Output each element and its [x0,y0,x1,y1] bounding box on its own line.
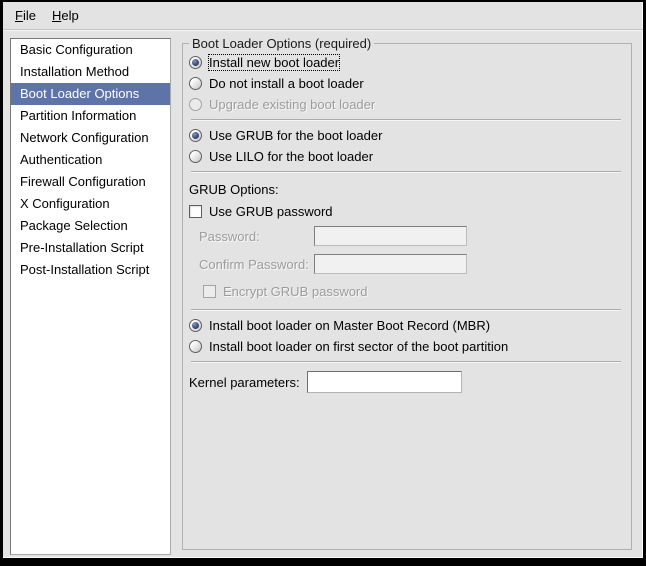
checkbox-encrypt-grub-password [203,285,216,298]
kernel-parameters-row: Kernel parameters: [189,367,623,397]
grub-options-label: GRUB Options: [189,177,623,201]
menu-help[interactable]: Help [44,2,87,29]
app-window: { "menubar": { "items": [ { "label": "Fi… [0,0,646,566]
separator [191,309,621,311]
sidebar-item-pre-installation-script[interactable]: Pre-Installation Script [11,237,170,259]
menu-bar: File Help [3,2,643,30]
confirm-password-row: Confirm Password: [199,250,623,278]
sidebar-item-partition-information[interactable]: Partition Information [11,105,170,127]
radio-label: Install boot loader on Master Boot Recor… [209,318,490,333]
section-list: Basic Configuration Installation Method … [10,38,171,555]
sidebar-item-network-configuration[interactable]: Network Configuration [11,127,170,149]
radio-install-mbr[interactable] [189,319,202,332]
group-title: Boot Loader Options (required) [189,36,374,51]
radio-label: Install new boot loader [209,55,339,70]
radio-label: Use LILO for the boot loader [209,149,373,164]
radio-install-first-sector[interactable] [189,340,202,353]
checkbox-row-encrypt-grub-password: Encrypt GRUB password [203,281,623,302]
application-frame: File Help Basic Configuration Installati… [3,2,643,558]
radio-use-grub[interactable] [189,129,202,142]
radio-install-new-boot-loader[interactable] [189,56,202,69]
radio-label: Install boot loader on first sector of t… [209,339,508,354]
password-label: Password: [199,229,314,244]
password-row: Password: [199,222,623,250]
sidebar-item-basic-configuration[interactable]: Basic Configuration [11,39,170,61]
sidebar-item-boot-loader-options[interactable]: Boot Loader Options [11,83,170,105]
menu-file[interactable]: File [7,2,44,29]
password-field[interactable] [314,226,467,246]
radio-row-install-first-sector[interactable]: Install boot loader on first sector of t… [189,336,623,357]
separator [191,171,621,173]
sidebar-item-firewall-configuration[interactable]: Firewall Configuration [11,171,170,193]
radio-label: Upgrade existing boot loader [209,97,375,112]
radio-row-upgrade-existing: Upgrade existing boot loader [189,94,623,115]
checkbox-label: Use GRUB password [209,204,333,219]
checkbox-row-use-grub-password[interactable]: Use GRUB password [189,201,623,222]
radio-do-not-install[interactable] [189,77,202,90]
radio-label: Use GRUB for the boot loader [209,128,382,143]
boot-loader-options-group: Boot Loader Options (required) Install n… [182,36,632,550]
sidebar-item-installation-method[interactable]: Installation Method [11,61,170,83]
radio-row-install-new-boot-loader[interactable]: Install new boot loader [189,52,623,73]
sidebar-item-x-configuration[interactable]: X Configuration [11,193,170,215]
sidebar-item-post-installation-script[interactable]: Post-Installation Script [11,259,170,281]
confirm-password-label: Confirm Password: [199,257,314,272]
radio-row-use-grub[interactable]: Use GRUB for the boot loader [189,125,623,146]
radio-row-use-lilo[interactable]: Use LILO for the boot loader [189,146,623,167]
separator [191,361,621,363]
radio-row-do-not-install[interactable]: Do not install a boot loader [189,73,623,94]
confirm-password-field[interactable] [314,254,467,274]
radio-row-install-mbr[interactable]: Install boot loader on Master Boot Recor… [189,315,623,336]
radio-use-lilo[interactable] [189,150,202,163]
checkbox-label: Encrypt GRUB password [223,284,368,299]
kernel-parameters-field[interactable] [307,371,462,393]
sidebar-item-package-selection[interactable]: Package Selection [11,215,170,237]
checkbox-use-grub-password[interactable] [189,205,202,218]
kernel-parameters-label: Kernel parameters: [189,375,300,390]
sidebar-item-authentication[interactable]: Authentication [11,149,170,171]
radio-label: Do not install a boot loader [209,76,364,91]
separator [191,119,621,121]
radio-upgrade-existing [189,98,202,111]
